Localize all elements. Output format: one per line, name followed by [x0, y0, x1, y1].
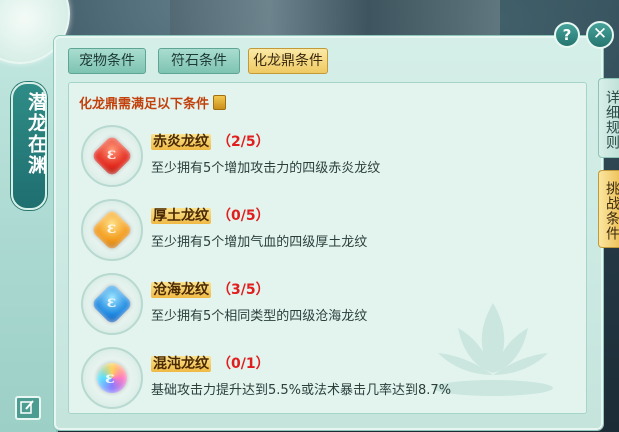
condition-entry-sea: ε 沧海龙纹 （3/5） 至少拥有5个相同类型的四级沧海龙纹 [81, 273, 561, 337]
earth-dragon-rune-icon: ε [90, 208, 134, 252]
condition-entry-red: ε 赤炎龙纹 （2/5） 至少拥有5个增加攻击力的四级赤炎龙纹 [81, 125, 561, 189]
tab-detailed-rules-label: 详细规则 [604, 90, 619, 150]
condition-title: 混沌龙纹 （0/1） [151, 353, 270, 373]
condition-description: 基础攻击力提升达到5.5%或法术暴击几率达到8.7% [151, 383, 452, 398]
condition-title: 赤炎龙纹 （2/5） [151, 131, 270, 151]
condition-description: 至少拥有5个相同类型的四级沧海龙纹 [151, 309, 368, 324]
condition-description: 至少拥有5个增加气血的四级厚土龙纹 [151, 235, 368, 250]
tab-pet-conditions[interactable]: 宠物条件 [68, 48, 146, 74]
lock-icon [213, 95, 227, 110]
tab-challenge-conditions[interactable]: 挑战条件 [598, 170, 619, 248]
close-button[interactable]: ✕ [586, 21, 614, 49]
vertical-title-plaque: 潜龙在渊 [11, 82, 47, 210]
requirements-header-text: 化龙鼎需满足以下条件 [79, 97, 210, 112]
red-dragon-rune-icon: ε [90, 134, 134, 178]
requirements-header: 化龙鼎需满足以下条件 [79, 93, 227, 112]
edit-icon[interactable] [15, 396, 41, 420]
condition-name: 沧海龙纹 [151, 282, 211, 298]
vertical-title: 潜龙在渊 [25, 92, 47, 176]
condition-name: 厚土龙纹 [151, 208, 211, 224]
condition-title: 沧海龙纹 （3/5） [151, 279, 270, 299]
condition-name: 混沌龙纹 [151, 356, 211, 372]
rune-slot[interactable]: ε [81, 347, 143, 409]
chaos-dragon-rune-icon: ε [97, 363, 127, 393]
conditions-panel: 宠物条件 符石条件 化龙鼎条件 化龙鼎需满足以下条件 ε 赤炎龙纹 （2/5） 至… [54, 36, 603, 430]
condition-progress: （0/5） [217, 208, 270, 224]
rune-slot[interactable]: ε [81, 199, 143, 261]
condition-name: 赤炎龙纹 [151, 134, 211, 150]
tab-challenge-conditions-label: 挑战条件 [604, 181, 619, 241]
sea-dragon-rune-icon: ε [90, 282, 134, 326]
tab-detailed-rules[interactable]: 详细规则 [598, 78, 619, 158]
scene-rooftop-decoration [170, 0, 500, 38]
conditions-content: 化龙鼎需满足以下条件 ε 赤炎龙纹 （2/5） 至少拥有5个增加攻击力的四级赤炎龙… [68, 82, 587, 414]
rune-slot[interactable]: ε [81, 125, 143, 187]
help-button[interactable]: ? [554, 22, 580, 48]
condition-progress: （0/1） [217, 356, 270, 372]
condition-entry-earth: ε 厚土龙纹 （0/5） 至少拥有5个增加气血的四级厚土龙纹 [81, 199, 561, 263]
condition-progress: （2/5） [217, 134, 270, 150]
tab-dragon-cauldron-conditions[interactable]: 化龙鼎条件 [248, 48, 328, 74]
condition-title: 厚土龙纹 （0/5） [151, 205, 270, 225]
left-banner: 潜龙在渊 [0, 0, 70, 432]
condition-entry-chaos: ε 混沌龙纹 （0/1） 基础攻击力提升达到5.5%或法术暴击几率达到8.7% [81, 347, 561, 411]
rune-slot[interactable]: ε [81, 273, 143, 335]
condition-description: 至少拥有5个增加攻击力的四级赤炎龙纹 [151, 161, 381, 176]
tab-rune-conditions[interactable]: 符石条件 [158, 48, 240, 74]
condition-progress: （3/5） [217, 282, 270, 298]
